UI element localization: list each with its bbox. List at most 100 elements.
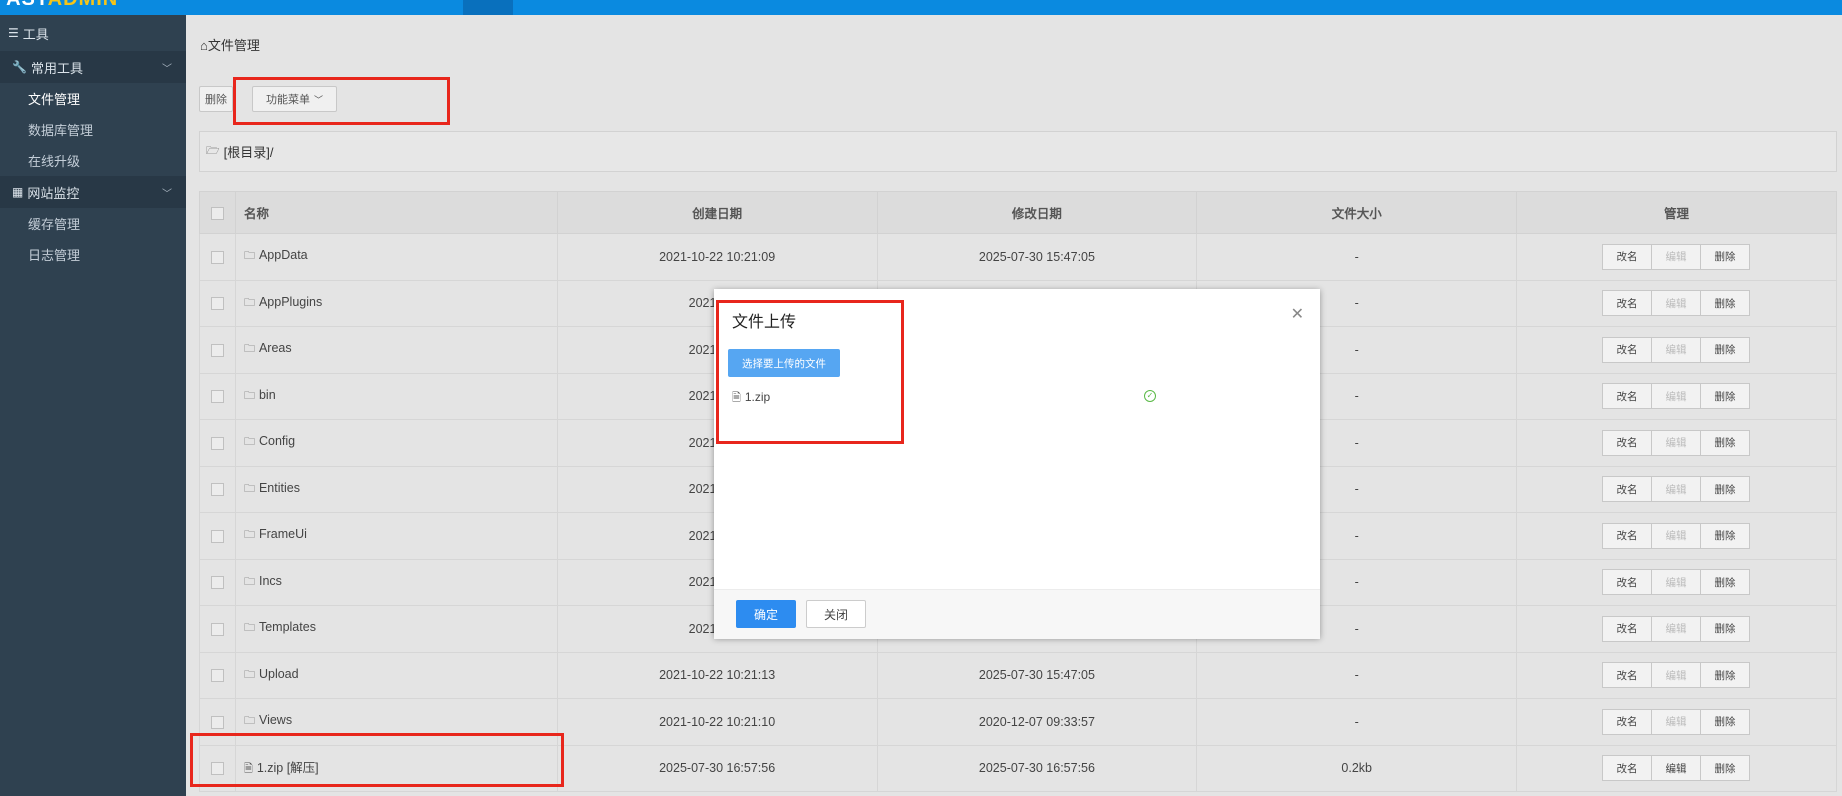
column-header-size[interactable]: 文件大小 (1196, 191, 1518, 234)
sidebar-item-database-manager[interactable]: 数据库管理 (0, 114, 186, 145)
manage-cell: 改名 编辑 删除 (1516, 744, 1837, 792)
file-name[interactable]: AppPlugins (259, 295, 322, 309)
close-button[interactable]: 关闭 (806, 600, 866, 628)
file-name-cell[interactable]: 🗀 Config (234, 419, 558, 467)
edit-button[interactable]: 编辑 (1651, 662, 1702, 689)
rename-button[interactable]: 改名 (1602, 336, 1653, 363)
manage-cell: 改名 编辑 删除 (1516, 651, 1837, 699)
file-name-cell[interactable]: 🗀 Areas (234, 326, 558, 374)
edit-button[interactable]: 编辑 (1651, 476, 1702, 503)
table-row[interactable]: 🗀 Upload 2021-10-22 10:21:13 2025-07-30 15:… (199, 651, 1837, 699)
row-delete-button[interactable]: 删除 (1700, 708, 1751, 735)
row-checkbox[interactable] (210, 529, 224, 543)
file-name-cell[interactable]: 🗀 Entities (234, 465, 558, 513)
file-name-cell[interactable]: 🗀 AppData (234, 233, 558, 281)
row-checkbox[interactable] (210, 343, 224, 357)
file-name-cell[interactable]: 🗀 Upload (234, 651, 558, 699)
row-checkbox[interactable] (210, 483, 224, 497)
row-checkbox[interactable] (210, 297, 224, 311)
manage-cell: 改名 编辑 删除 (1516, 698, 1837, 746)
row-checkbox[interactable] (210, 436, 224, 450)
row-delete-button[interactable]: 删除 (1700, 615, 1751, 642)
rename-button[interactable]: 改名 (1602, 429, 1653, 456)
row-checkbox[interactable] (210, 669, 224, 683)
edit-button[interactable]: 编辑 (1651, 708, 1702, 735)
created-date-cell: 2021-10-22 10:21:09 (556, 233, 878, 281)
edit-button[interactable]: 编辑 (1651, 429, 1702, 456)
row-checkbox[interactable] (210, 390, 224, 404)
row-delete-button[interactable]: 删除 (1700, 429, 1751, 456)
row-checkbox[interactable] (210, 250, 224, 264)
file-name-cell[interactable]: 🗀 Templates (234, 605, 558, 653)
sidebar-item-cache-manager[interactable]: 缓存管理 (0, 208, 186, 239)
rename-button[interactable]: 改名 (1602, 662, 1653, 689)
sidebar-item-log-manager[interactable]: 日志管理 (0, 239, 186, 270)
sidebar-header[interactable]: ☰ 工具 (0, 15, 186, 51)
column-header-name[interactable]: 名称 (234, 191, 558, 234)
sidebar-group-site-monitor[interactable]: ▦ 网站监控 ﹀ (0, 176, 186, 208)
file-name-cell[interactable]: 🗀 Incs (234, 558, 558, 606)
sidebar: ☰ 工具 🔧 常用工具 ﹀ 文件管理 数据库管理 在线升级 ▦ 网站监控 ﹀ 缓… (0, 15, 186, 796)
row-delete-button[interactable]: 删除 (1700, 522, 1751, 549)
row-checkbox-cell (199, 558, 236, 606)
sidebar-item-file-manager[interactable]: 文件管理 (0, 83, 186, 114)
sidebar-group-common-tools[interactable]: 🔧 常用工具 ﹀ (0, 51, 186, 83)
table-row[interactable]: 🗀 AppData 2021-10-22 10:21:09 2025-07-30 15… (199, 233, 1837, 281)
row-delete-button[interactable]: 删除 (1700, 569, 1751, 596)
file-name-cell[interactable]: 🗀 FrameUi (234, 512, 558, 560)
file-name[interactable]: Templates (259, 620, 316, 634)
column-header-created[interactable]: 创建日期 (556, 191, 878, 234)
row-delete-button[interactable]: 删除 (1700, 383, 1751, 410)
rename-button[interactable]: 改名 (1602, 290, 1653, 317)
file-name[interactable]: Views (259, 713, 292, 727)
rename-button[interactable]: 改名 (1602, 708, 1653, 735)
sidebar-header-label: 工具 (22, 26, 49, 42)
list-icon: ▦ (12, 185, 24, 199)
row-delete-button[interactable]: 删除 (1700, 755, 1751, 782)
file-name[interactable]: Areas (259, 341, 292, 355)
edit-button[interactable]: 编辑 (1651, 336, 1702, 363)
file-name[interactable]: Upload (259, 667, 299, 681)
folder-icon: 🗀 (243, 668, 255, 681)
row-delete-button[interactable]: 删除 (1700, 336, 1751, 363)
rename-button[interactable]: 改名 (1602, 569, 1653, 596)
rename-button[interactable]: 改名 (1602, 615, 1653, 642)
edit-button[interactable]: 编辑 (1651, 755, 1702, 782)
row-delete-button[interactable]: 删除 (1700, 243, 1751, 270)
file-name-cell[interactable]: 🗀 bin (234, 372, 558, 420)
sidebar-item-online-upgrade[interactable]: 在线升级 (0, 145, 186, 176)
rename-button[interactable]: 改名 (1602, 522, 1653, 549)
edit-button[interactable]: 编辑 (1651, 290, 1702, 317)
created-date-cell: 2021-10-22 10:21:13 (556, 651, 878, 699)
row-delete-button[interactable]: 删除 (1700, 290, 1751, 317)
edit-button[interactable]: 编辑 (1651, 243, 1702, 270)
row-delete-button[interactable]: 删除 (1700, 662, 1751, 689)
file-name[interactable]: Incs (259, 574, 282, 588)
file-name[interactable]: AppData (259, 248, 308, 262)
confirm-button[interactable]: 确定 (736, 600, 796, 628)
edit-button[interactable]: 编辑 (1651, 383, 1702, 410)
file-name[interactable]: Entities (259, 481, 300, 495)
file-name[interactable]: bin (259, 388, 276, 402)
rename-button[interactable]: 改名 (1602, 755, 1653, 782)
folder-icon: 🗀 (243, 575, 255, 588)
file-name[interactable]: Config (259, 434, 295, 448)
delete-button[interactable]: 删除 (199, 86, 233, 112)
edit-button[interactable]: 编辑 (1651, 615, 1702, 642)
edit-button[interactable]: 编辑 (1651, 522, 1702, 549)
file-name[interactable]: FrameUi (259, 527, 307, 541)
row-checkbox[interactable] (210, 622, 224, 636)
row-delete-button[interactable]: 删除 (1700, 476, 1751, 503)
column-header-modified[interactable]: 修改日期 (876, 191, 1198, 234)
home-icon[interactable]: ⌂ (200, 38, 208, 53)
rename-button[interactable]: 改名 (1602, 383, 1653, 410)
rename-button[interactable]: 改名 (1602, 243, 1653, 270)
rename-button[interactable]: 改名 (1602, 476, 1653, 503)
row-checkbox[interactable] (210, 576, 224, 590)
select-all-checkbox[interactable] (210, 206, 224, 220)
edit-button[interactable]: 编辑 (1651, 569, 1702, 596)
file-name-cell[interactable]: 🗀 AppPlugins (234, 279, 558, 327)
top-nav-active-tab[interactable] (463, 0, 513, 15)
row-checkbox[interactable] (210, 715, 224, 729)
close-icon[interactable]: ✕ (1291, 304, 1304, 324)
